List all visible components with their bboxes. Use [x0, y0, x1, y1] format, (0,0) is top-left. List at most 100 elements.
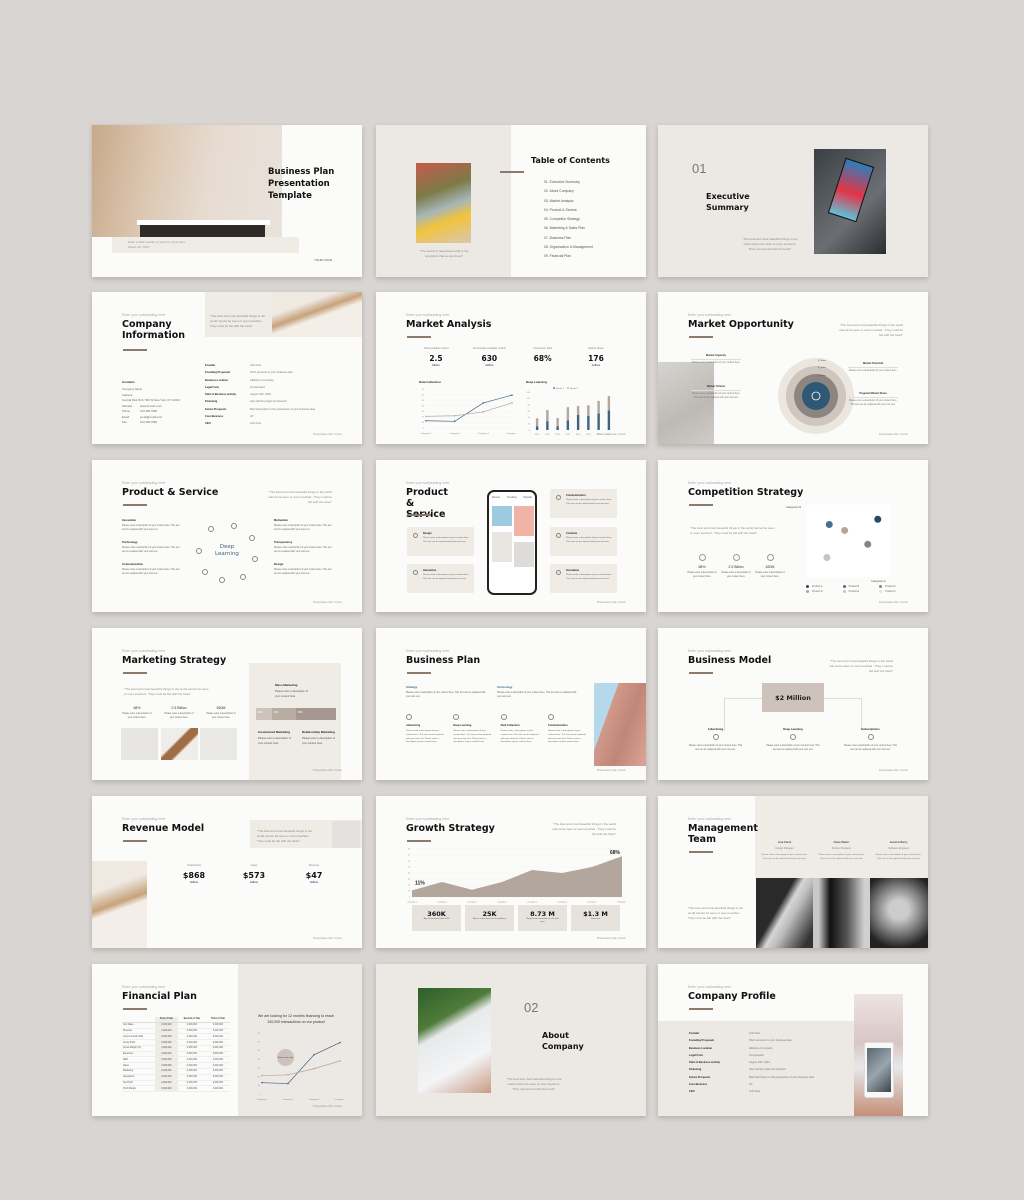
team-photo-2: [813, 878, 870, 948]
feature-title: Technology: [122, 540, 138, 544]
slide-management-team[interactable]: Enter your subheading here Management Te…: [658, 796, 928, 948]
stat-label: Total Assets: [187, 864, 201, 867]
feature-icon: [556, 570, 561, 575]
legend-label: Product B: [848, 585, 860, 588]
phone-tab[interactable]: Recent: [492, 496, 500, 499]
x-tick-label: Category 2: [449, 432, 460, 435]
info-label: Start of Business activity: [205, 393, 236, 397]
metric-value: 8.73 M: [530, 910, 555, 918]
feature-icon: [413, 570, 418, 575]
toc-item[interactable]: 02. About Company: [544, 187, 593, 196]
slide-growth-strategy[interactable]: Enter your subheading here Growth Strate…: [376, 796, 646, 948]
slide-revenue-model[interactable]: Enter your subheading here Revenue Model…: [92, 796, 362, 948]
slide-marketing-strategy[interactable]: Enter your subheading here Marketing Str…: [92, 628, 362, 780]
toc-item[interactable]: 01. Executive Summary: [544, 178, 593, 187]
toc-item[interactable]: 05. Competitor Strategy: [544, 215, 593, 224]
stat-label: Total available market: [423, 347, 449, 350]
slide-about-company[interactable]: 02 About Company "The best and most beau…: [376, 964, 646, 1116]
stat-label: Revenue: [308, 864, 320, 867]
bar: [597, 413, 600, 430]
plan-col: Communication Please enter a description …: [547, 714, 586, 745]
feature-desc: Please enter a description of your conte…: [566, 499, 612, 505]
legend-item: Product C: [879, 585, 916, 588]
plan-col-title: Advertising: [406, 724, 421, 727]
slide-business-model[interactable]: Enter your subheading here Business Mode…: [658, 628, 928, 780]
y-tick-label: 40: [422, 406, 425, 408]
info-label: Business Location: [205, 378, 229, 382]
data-point: [339, 1060, 341, 1062]
slide-product-service-1[interactable]: Enter your subheading here Product & Ser…: [92, 460, 362, 612]
stat-unit: million: [485, 363, 494, 367]
metric-value: $1.3 M: [583, 910, 608, 918]
x-tick-label: Category 4: [507, 432, 516, 435]
legend-dot: [806, 585, 809, 588]
feature: Transparency Please enter a description o…: [274, 540, 334, 554]
slide-business-plan[interactable]: Enter your subheading here Business Plan…: [376, 628, 646, 780]
legend-dot: [806, 590, 809, 593]
data-point: [339, 1041, 341, 1044]
y-tick-label: 60: [258, 1042, 261, 1044]
slide-executive-summary[interactable]: 01 Executive Summary "The best and most …: [658, 125, 928, 277]
node-icon: [712, 734, 719, 740]
feature-icon: [556, 533, 561, 538]
info-value: IoT: [250, 415, 254, 419]
stat: Revenue $47 million: [294, 864, 334, 884]
slide-toc[interactable]: "The secret to happiness is life is the …: [376, 125, 646, 277]
info-row: Founding Proposals Short sentence to your…: [205, 369, 315, 376]
feature-title: Communication: [122, 562, 144, 566]
stat-desc: Please enter a description of your conte…: [687, 572, 717, 578]
legend-label: Series 2: [570, 387, 579, 390]
feature-desc: Please enter a description of your conte…: [122, 569, 180, 575]
toc-item[interactable]: 08. Organization & Management: [544, 243, 593, 252]
toc-item[interactable]: 09. Financial Plan: [544, 252, 593, 261]
info-row: Financing How will the project be finance…: [689, 1066, 814, 1073]
info-value: Address of company: [250, 378, 274, 382]
slide-company-profile[interactable]: Enter your subheading here Company Profi…: [658, 964, 928, 1116]
slide-product-service-2[interactable]: Enter your subheading here Product & Ser…: [376, 460, 646, 612]
opportunity-label: Market Capacity Please enter a descriptio…: [691, 354, 741, 366]
feature-icon: [413, 533, 418, 538]
stat-value: $47: [305, 871, 323, 880]
slide-market-opportunity[interactable]: Enter your subheading here Market Opport…: [658, 292, 928, 444]
model-node: Subscriptions Please enter a description …: [843, 727, 898, 752]
series-line: [261, 1042, 341, 1084]
bar: [566, 407, 570, 421]
info-label: Founding Proposals: [205, 371, 231, 375]
stairs-photo: [658, 362, 714, 444]
plan-col: Deep Learning Please enter a description …: [453, 714, 491, 745]
toc-list: 01. Executive Summary 02. About Company 03…: [544, 178, 593, 262]
scatter-point: [864, 540, 872, 548]
stat-value: 2.5 Billion: [728, 565, 744, 569]
toc-item[interactable]: 07. Business Plan: [544, 234, 593, 243]
stat: Conversion Rate 68%: [523, 347, 563, 367]
node-title: Advertising: [707, 727, 724, 731]
info-label: Financing: [205, 400, 218, 404]
slide-financial-plan[interactable]: Enter your subheading here Financial Pla…: [92, 964, 362, 1116]
table-row: Profit Margin 0,000,000 0,000,000 0,000,000: [122, 1085, 230, 1093]
feature-card: Contents Please enter a description of yo…: [550, 527, 617, 556]
data-point: [425, 415, 427, 418]
toc-item[interactable]: 06. Marketing & Sales Plan: [544, 224, 593, 233]
bar: [576, 414, 580, 430]
segment-bar: 20% 30% 50%: [256, 708, 336, 720]
slide-competition-strategy[interactable]: Enter your subheading here Competition S…: [658, 460, 928, 612]
info-row: Founder John Doe: [689, 1030, 814, 1037]
phone-tab[interactable]: Trending: [507, 496, 517, 499]
stat: Serviceable available market 630 million: [469, 347, 509, 367]
y-tick-label: 70: [408, 855, 411, 857]
area-series: [412, 856, 622, 897]
slide-market-analysis[interactable]: Enter your subheading here Market Analys…: [376, 292, 646, 444]
toc-item[interactable]: 04. Product & Service: [544, 206, 593, 215]
slide-cover[interactable]: Business Plan Presentation Template Ente…: [92, 125, 362, 277]
toc-item[interactable]: 03. Market Analysis: [544, 197, 593, 206]
model-node: Advertising Please enter a description of…: [688, 727, 743, 752]
plan-col-desc: Please enter a description of your conte…: [547, 730, 586, 744]
phone-tab[interactable]: Popular: [523, 496, 532, 499]
x-tick-label: Category 1: [407, 901, 418, 904]
y-tick-label: 40: [528, 417, 531, 419]
compass-icon: [240, 574, 246, 580]
model-node: Deep Learning Please enter a description …: [766, 727, 821, 752]
label-text: Please enter a description of your conte…: [848, 400, 898, 406]
slide-company-information[interactable]: Enter your subheading here Company Infor…: [92, 292, 362, 444]
info-value: John Doe: [250, 364, 262, 367]
